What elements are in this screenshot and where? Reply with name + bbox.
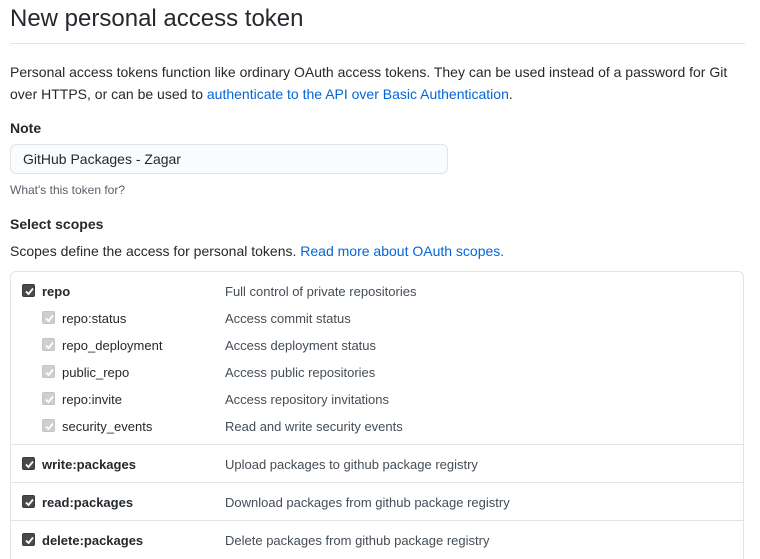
scope-description: Access repository invitations xyxy=(225,392,390,407)
scope-row-write-packages[interactable]: write:packages Upload packages to github… xyxy=(11,451,743,478)
repo-deployment-checkbox xyxy=(42,338,55,351)
public-repo-checkbox xyxy=(42,365,55,378)
scopes-list: repo Full control of private repositorie… xyxy=(10,271,744,559)
scope-row-security-events: security_events Read and write security … xyxy=(11,413,743,440)
scope-row-repo-invite: repo:invite Access repository invitation… xyxy=(11,386,743,413)
scope-description: Access deployment status xyxy=(225,338,377,353)
scope-row-public-repo: public_repo Access public repositories xyxy=(11,359,743,386)
intro-paragraph: Personal access tokens function like ord… xyxy=(10,61,750,105)
repo-status-checkbox xyxy=(42,311,55,324)
scope-description: Download packages from github package re… xyxy=(225,495,510,510)
scope-name: security_events xyxy=(62,419,153,434)
scope-name: write:packages xyxy=(42,457,136,472)
security-events-checkbox xyxy=(42,419,55,432)
scope-description: Access commit status xyxy=(225,311,351,326)
scope-name: repo:invite xyxy=(62,392,122,407)
read-packages-checkbox[interactable] xyxy=(22,495,35,508)
scopes-desc-text: Scopes define the access for personal to… xyxy=(10,243,301,259)
scope-group-write-packages: write:packages Upload packages to github… xyxy=(11,445,743,483)
scope-description: Full control of private repositories xyxy=(225,284,417,299)
scope-name: read:packages xyxy=(42,495,134,510)
scope-description: Delete packages from github package regi… xyxy=(225,533,490,548)
scope-description: Read and write security events xyxy=(225,419,403,434)
basic-auth-link[interactable]: authenticate to the API over Basic Authe… xyxy=(207,86,509,102)
scope-group-delete-packages: delete:packages Delete packages from git… xyxy=(11,521,743,558)
scope-name: repo:status xyxy=(62,311,127,326)
scope-group-read-packages: read:packages Download packages from git… xyxy=(11,483,743,521)
scope-name: public_repo xyxy=(62,365,130,380)
note-hint: What's this token for? xyxy=(10,183,126,197)
scope-row-repo-deployment: repo_deployment Access deployment status xyxy=(11,332,743,359)
scope-row-read-packages[interactable]: read:packages Download packages from git… xyxy=(11,489,743,516)
scope-description: Access public repositories xyxy=(225,365,376,380)
scope-group-repo: repo Full control of private repositorie… xyxy=(11,272,743,445)
repo-checkbox[interactable] xyxy=(22,284,35,297)
scope-name: repo xyxy=(42,284,71,299)
scope-name: delete:packages xyxy=(42,533,144,548)
intro-text-end: . xyxy=(508,86,513,102)
scope-row-delete-packages[interactable]: delete:packages Delete packages from git… xyxy=(11,527,743,554)
note-label: Note xyxy=(10,120,42,136)
new-token-page: New personal access token Personal acces… xyxy=(0,0,760,559)
scope-description: Upload packages to github package regist… xyxy=(225,457,478,472)
repo-invite-checkbox xyxy=(42,392,55,405)
oauth-scopes-link[interactable]: Read more about OAuth scopes. xyxy=(300,243,504,259)
write-packages-checkbox[interactable] xyxy=(22,457,35,470)
title-divider xyxy=(10,43,745,44)
scope-name: repo_deployment xyxy=(62,338,163,353)
scopes-description: Scopes define the access for personal to… xyxy=(10,241,504,261)
select-scopes-label: Select scopes xyxy=(10,216,104,232)
scope-row-repo-status: repo:status Access commit status xyxy=(11,305,743,332)
scope-row-repo[interactable]: repo Full control of private repositorie… xyxy=(11,278,743,305)
delete-packages-checkbox[interactable] xyxy=(22,533,35,546)
note-input[interactable] xyxy=(10,144,448,174)
page-title: New personal access token xyxy=(10,5,304,32)
